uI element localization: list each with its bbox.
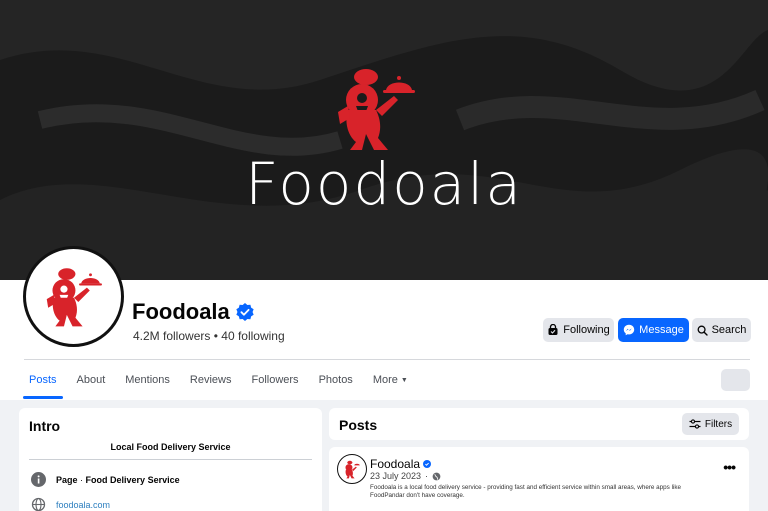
tab-reviews[interactable]: Reviews — [180, 361, 242, 399]
tab-label: Posts — [29, 374, 57, 386]
profile-avatar[interactable] — [23, 246, 124, 347]
foodoala-mascot-logo — [46, 267, 102, 326]
followers-count[interactable]: 4.2M followers — [133, 329, 210, 343]
filters-label: Filters — [704, 418, 733, 430]
cover-brand-title: Foodoala — [245, 150, 523, 218]
globe-icon — [31, 497, 46, 511]
category-dot: · — [80, 474, 84, 485]
category-text: Food Delivery Service — [85, 474, 180, 485]
post-date-dot: · — [425, 471, 429, 481]
page-title: Foodoala — [132, 299, 254, 325]
following-count[interactable]: 40 following — [221, 329, 284, 343]
tab-followers[interactable]: Followers — [241, 361, 308, 399]
public-globe-icon — [432, 472, 441, 480]
intro-card: Intro Local Food Delivery Service Page ·… — [19, 408, 322, 511]
filters-button[interactable]: Filters — [682, 413, 739, 435]
profile-tabs: Posts About Mentions Reviews Followers P… — [19, 361, 418, 399]
tab-posts[interactable]: Posts — [19, 361, 67, 399]
tab-label: Reviews — [189, 374, 232, 386]
intro-website-row: foodoala.com — [31, 497, 110, 511]
tab-label: About — [76, 374, 106, 386]
tab-more[interactable]: More ▼ — [363, 361, 418, 399]
more-options-button[interactable] — [721, 369, 750, 391]
post-body: Foodoala is a local food delivery servic… — [370, 484, 682, 499]
message-label: Message — [639, 324, 684, 336]
search-icon — [697, 325, 708, 336]
cover-photo[interactable]: Foodoala — [0, 0, 768, 280]
posts-title: Posts — [339, 417, 378, 433]
page-name-text: Foodoala — [132, 299, 230, 324]
foodoala-mascot-logo — [338, 69, 415, 150]
tab-label: Photos — [318, 374, 353, 386]
category-prefix: Page — [56, 474, 78, 485]
messenger-icon — [623, 324, 635, 336]
post-author: Foodoala — [370, 457, 432, 471]
tab-about[interactable]: About — [67, 361, 116, 399]
tab-mentions[interactable]: Mentions — [115, 361, 180, 399]
intro-bio: Local Food Delivery Service — [110, 442, 231, 452]
posts-header-card: Posts Filters — [329, 408, 749, 440]
intro-category-row: Page · Food Delivery Service — [31, 472, 180, 487]
foodoala-mascot-logo — [345, 460, 360, 478]
follower-stats: 4.2M followers • 40 following — [133, 329, 285, 343]
post-author-name[interactable]: Foodoala — [370, 457, 420, 471]
following-icon — [548, 324, 558, 335]
tab-photos[interactable]: Photos — [309, 361, 363, 399]
verified-badge-icon — [236, 303, 254, 321]
website-link[interactable]: foodoala.com — [56, 500, 110, 510]
following-button[interactable]: Following — [543, 318, 614, 342]
post-meta: 23 July 2023 · — [370, 471, 441, 481]
info-icon — [31, 472, 46, 487]
header-divider — [24, 359, 750, 360]
following-label: Following — [563, 324, 610, 336]
post-options-icon[interactable]: ••• — [723, 459, 736, 475]
tab-label: Mentions — [125, 374, 170, 386]
tab-label: Followers — [251, 374, 299, 386]
search-button[interactable]: Search — [692, 318, 751, 342]
verified-badge-icon — [423, 460, 432, 468]
caret-down-icon: ▼ — [400, 376, 408, 384]
post-author-avatar[interactable] — [337, 454, 367, 484]
filters-icon — [689, 419, 701, 429]
intro-title: Intro — [29, 418, 61, 434]
tab-label: More — [372, 374, 398, 386]
search-label: Search — [711, 324, 747, 336]
message-button[interactable]: Message — [618, 318, 689, 342]
stats-separator: • — [213, 329, 218, 343]
intro-divider — [29, 459, 312, 460]
post-card: Foodoala 23 July 2023 · Foodoala is a lo… — [329, 447, 749, 511]
post-date[interactable]: 23 July 2023 — [370, 471, 421, 481]
